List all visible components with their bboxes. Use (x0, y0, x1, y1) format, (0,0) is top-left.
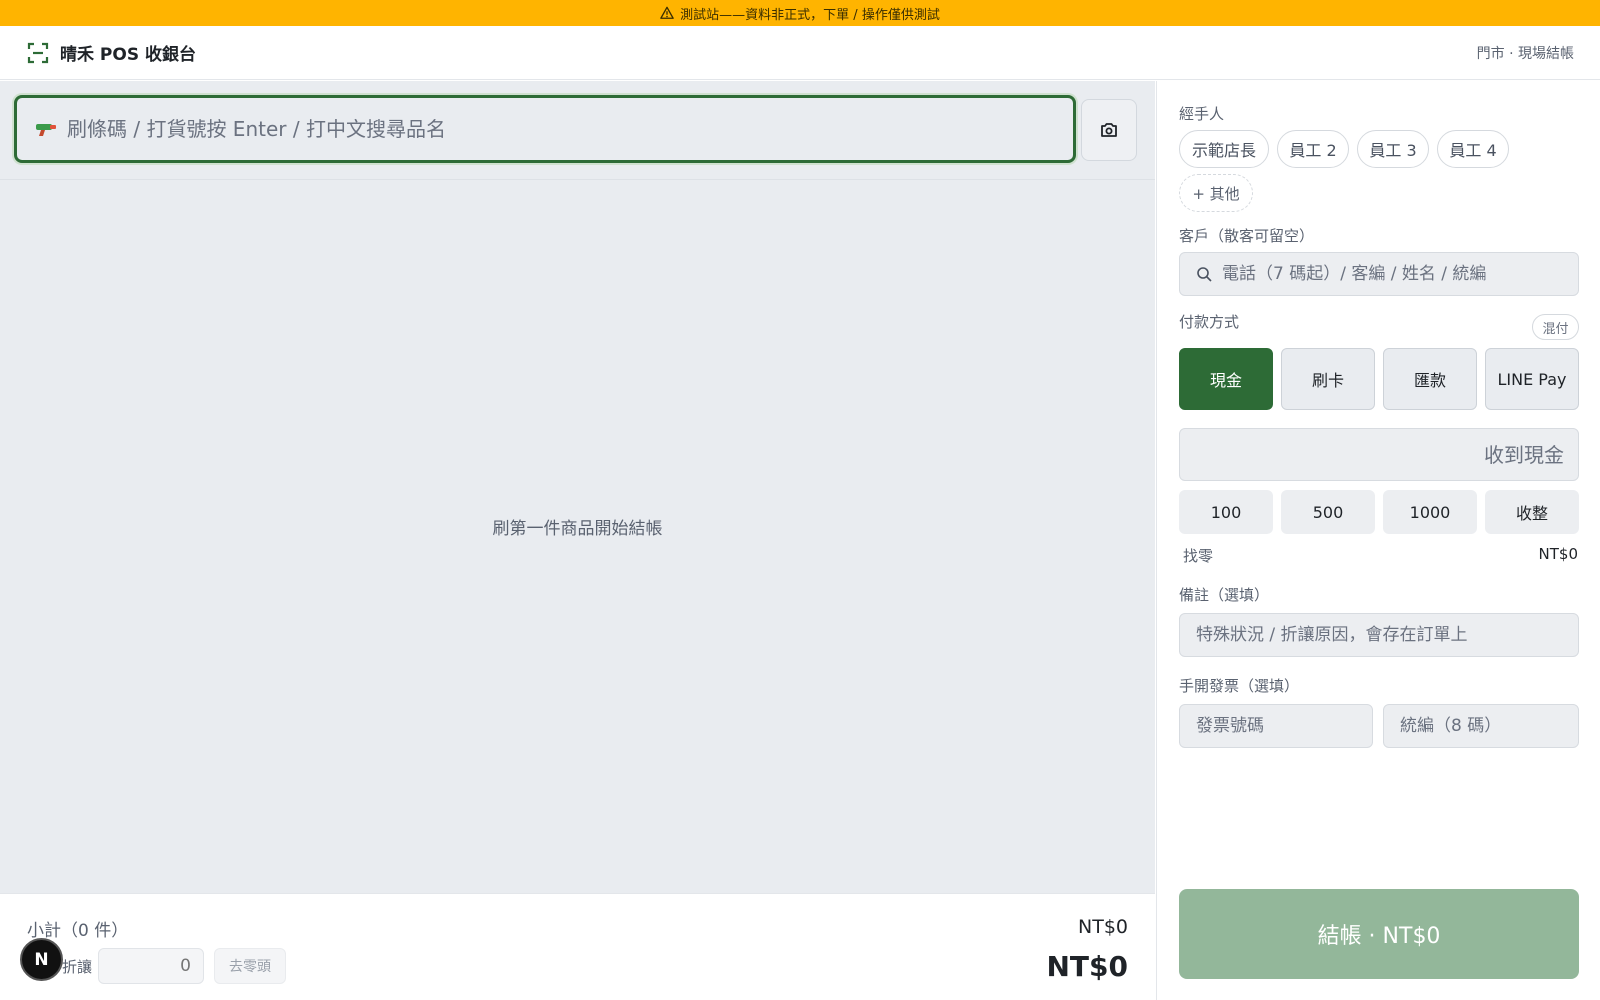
payment-card-button[interactable]: 刷卡 (1281, 348, 1375, 410)
handler-chip[interactable]: 示範店長 (1179, 130, 1269, 168)
brand: 晴禾 POS 收銀台 (26, 40, 196, 65)
handler-chip[interactable]: 員工 3 (1357, 130, 1429, 168)
scan-field[interactable] (14, 95, 1076, 163)
cash-received-field[interactable] (1179, 428, 1579, 481)
discount-input[interactable] (98, 948, 204, 984)
banner-text: 測試站——資料非正式，下單 / 操作僅供測試 (680, 7, 940, 23)
invoice-label: 手開發票（選填） (1179, 677, 1300, 695)
checkout-panel: 經手人 示範店長 員工 2 員工 3 員工 4 + 其他 客戶（散客可留空） 付… (1156, 81, 1600, 1000)
invoice-tax-id-input[interactable] (1400, 716, 1578, 736)
store-mode-label: 門市 · 現場結帳 (1476, 45, 1574, 62)
search-icon (1197, 267, 1212, 282)
customer-search-input[interactable] (1222, 264, 1578, 284)
test-site-banner: 測試站——資料非正式，下單 / 操作僅供測試 (0, 0, 1600, 26)
payment-linepay-button[interactable]: LINE Pay (1485, 348, 1579, 410)
empty-cart-message: 刷第一件商品開始結帳 (492, 519, 663, 539)
payment-transfer-button[interactable]: 匯款 (1383, 348, 1477, 410)
handler-chip[interactable]: 員工 2 (1277, 130, 1349, 168)
scanner-gun-icon (36, 124, 56, 136)
checkout-button[interactable]: 結帳 · NT$0 (1179, 889, 1579, 979)
note-input[interactable] (1196, 625, 1578, 645)
payment-cash-button[interactable]: 現金 (1179, 348, 1273, 410)
invoice-tax-id-field[interactable] (1383, 704, 1579, 748)
note-label: 備註（選填） (1179, 586, 1270, 604)
handler-other-button[interactable]: + 其他 (1179, 174, 1253, 212)
scan-row (14, 95, 1137, 165)
top-bar: 晴禾 POS 收銀台 門市 · 現場結帳 (0, 26, 1600, 80)
quick-amount-500-button[interactable]: 500 (1281, 490, 1375, 534)
payment-label: 付款方式 (1179, 313, 1240, 331)
camera-icon (1101, 123, 1117, 137)
change-value: NT$0 (1538, 545, 1578, 563)
brand-title: 晴禾 POS 收銀台 (60, 45, 196, 65)
total-value: NT$0 (1046, 950, 1129, 983)
dev-tools-badge[interactable]: N (20, 938, 63, 981)
discount-label: 折讓 (62, 958, 93, 976)
mixed-payment-button[interactable]: 混付 (1532, 314, 1579, 340)
handler-chip[interactable]: 員工 4 (1437, 130, 1509, 168)
summary-bar: 小計（0 件） NT$0 折讓 去零頭 NT$0 (0, 893, 1155, 1000)
scan-frame-icon (27, 42, 49, 63)
warning-triangle-icon (660, 6, 674, 19)
cash-received-input[interactable] (1180, 442, 1564, 467)
exact-amount-button[interactable]: 收整 (1485, 490, 1579, 534)
subtotal-value: NT$0 (1078, 916, 1128, 938)
scan-input[interactable] (67, 117, 1027, 141)
change-label: 找零 (1183, 547, 1214, 565)
quick-amount-1000-button[interactable]: 1000 (1383, 490, 1477, 534)
quick-amount-100-button[interactable]: 100 (1179, 490, 1273, 534)
camera-scan-button[interactable] (1081, 99, 1137, 161)
invoice-number-field[interactable] (1179, 704, 1373, 748)
handler-label: 經手人 (1179, 105, 1225, 123)
customer-search-field[interactable] (1179, 252, 1579, 296)
scan-divider (0, 179, 1155, 180)
note-field[interactable] (1179, 613, 1579, 657)
round-off-button[interactable]: 去零頭 (214, 948, 286, 984)
invoice-number-input[interactable] (1196, 716, 1372, 736)
cart-area: 刷第一件商品開始結帳 (0, 81, 1155, 1000)
customer-label: 客戶（散客可留空） (1179, 227, 1315, 245)
